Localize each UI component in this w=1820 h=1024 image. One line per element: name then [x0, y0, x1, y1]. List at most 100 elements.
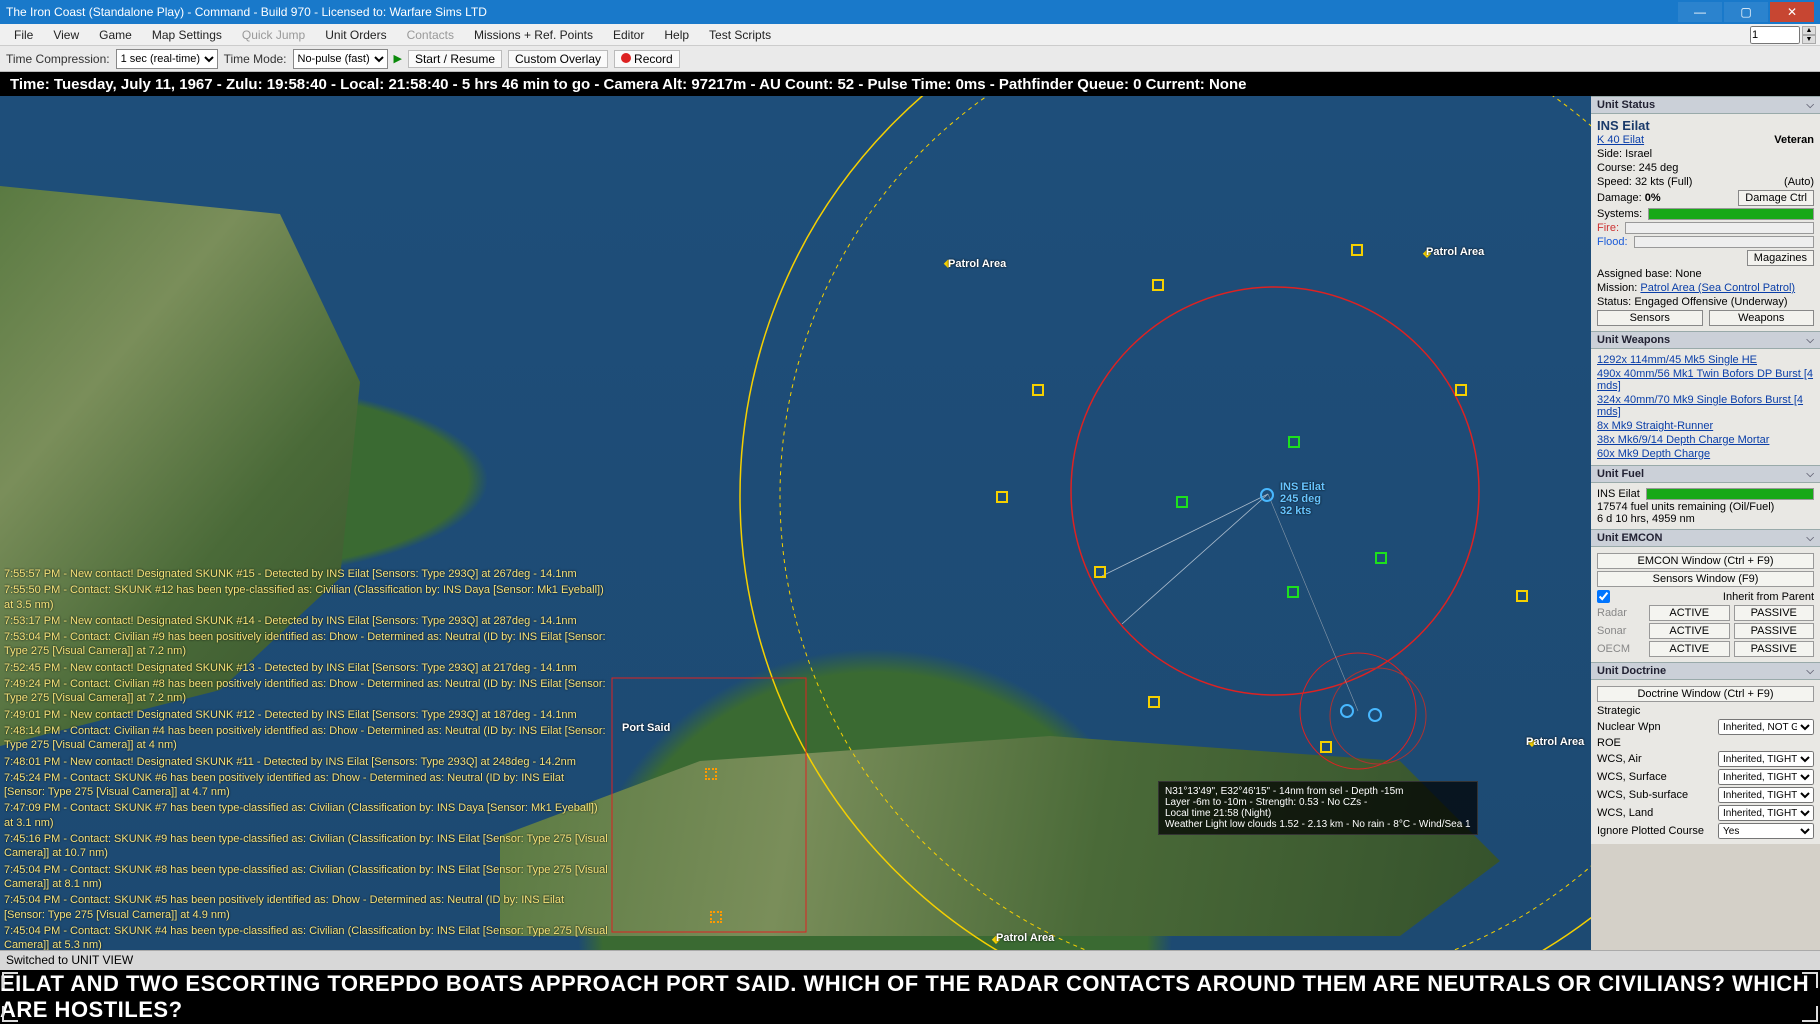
weapon-link[interactable]: 38x Mk6/9/14 Depth Charge Mortar [1597, 433, 1814, 447]
spinner-down-icon[interactable]: ▼ [1802, 35, 1816, 44]
menu-quick-jump: Quick Jump [232, 26, 315, 44]
weapons-button[interactable]: Weapons [1709, 310, 1815, 326]
weapon-link[interactable]: 324x 40mm/70 Mk9 Single Bofors Burst [4 … [1597, 393, 1814, 419]
menu-unit-orders[interactable]: Unit Orders [315, 26, 396, 44]
contact-skunk[interactable] [1351, 244, 1363, 256]
collapse-icon[interactable]: ⌵ [1806, 533, 1814, 544]
unit-proficiency: Veteran [1774, 134, 1814, 146]
unit-class-link[interactable]: K 40 Eilat [1597, 134, 1644, 146]
weapon-link[interactable]: 490x 40mm/56 Mk1 Twin Bofors DP Burst [4… [1597, 367, 1814, 393]
own-unit-ins-eilat[interactable] [1260, 488, 1274, 502]
time-status-text: Time: Tuesday, July 11, 1967 - Zulu: 19:… [10, 76, 1246, 93]
map-view[interactable]: Patrol Area Patrol Area Patrol Area Patr… [0, 96, 1591, 950]
collapse-icon[interactable]: ⌵ [1806, 469, 1814, 480]
weapon-link[interactable]: 1292x 114mm/45 Mk5 Single HE [1597, 353, 1814, 367]
menu-game[interactable]: Game [89, 26, 142, 44]
section-unit-emcon: Unit EMCON⌵ [1591, 529, 1820, 547]
message-log[interactable]: 7:55:57 PM - New contact! Designated SKU… [4, 566, 608, 950]
contact-skunk[interactable] [1094, 566, 1106, 578]
doctrine-window-button[interactable]: Doctrine Window (Ctrl + F9) [1597, 686, 1814, 702]
doctrine-select[interactable]: Inherited, TIGHT - [1718, 751, 1814, 767]
weapon-link[interactable]: 60x Mk9 Depth Charge [1597, 447, 1814, 461]
play-icon[interactable]: ▶ [394, 52, 402, 65]
unit-callout: INS Eilat 245 deg 32 kts [1280, 481, 1325, 517]
unit-name: INS Eilat [1597, 118, 1814, 133]
doctrine-select[interactable]: Inherited, TIGHT - [1718, 769, 1814, 785]
contact-skunk[interactable] [996, 491, 1008, 503]
menu-test-scripts[interactable]: Test Scripts [699, 26, 781, 44]
maximize-icon[interactable]: ▢ [1724, 2, 1768, 22]
record-button[interactable]: Record [614, 50, 680, 68]
window-title: The Iron Coast (Standalone Play) - Comma… [6, 5, 1676, 19]
contact-skunk[interactable] [1152, 279, 1164, 291]
radar-passive-button[interactable]: PASSIVE [1734, 605, 1815, 621]
window-titlebar: The Iron Coast (Standalone Play) - Comma… [0, 0, 1820, 24]
weapons-list: 1292x 114mm/45 Mk5 Single HE 490x 40mm/5… [1591, 349, 1820, 465]
contact-skunk[interactable] [1032, 384, 1044, 396]
ref-label-patrol-area: Patrol Area [1426, 246, 1484, 258]
cursor-tooltip: N31°13'49", E32°46'15" - 14nm from sel -… [1158, 781, 1478, 835]
sensors-window-button[interactable]: Sensors Window (F9) [1597, 571, 1814, 587]
radar-active-button[interactable]: ACTIVE [1649, 605, 1730, 621]
menu-missions[interactable]: Missions + Ref. Points [464, 26, 603, 44]
emcon-window-button[interactable]: EMCON Window (Ctrl + F9) [1597, 553, 1814, 569]
side-panel: Unit Status⌵ INS Eilat K 40 Eilat Veteran… [1591, 96, 1820, 950]
spinner-input[interactable] [1750, 26, 1800, 44]
weapon-link[interactable]: 8x Mk9 Straight-Runner [1597, 419, 1814, 433]
contact-skunk[interactable] [1516, 590, 1528, 602]
oecm-passive-button[interactable]: PASSIVE [1734, 641, 1815, 657]
contact-neutral[interactable] [1287, 586, 1299, 598]
toolbar-spinner[interactable]: ▲▼ [1750, 26, 1816, 44]
sensors-button[interactable]: Sensors [1597, 310, 1703, 326]
close-icon[interactable]: ✕ [1770, 2, 1814, 22]
magazines-button[interactable]: Magazines [1747, 250, 1814, 266]
menu-view[interactable]: View [43, 26, 89, 44]
contact-neutral[interactable] [1375, 552, 1387, 564]
start-resume-button[interactable]: Start / Resume [408, 50, 502, 68]
own-unit-escort[interactable] [1368, 708, 1382, 722]
damage-ctrl-button[interactable]: Damage Ctrl [1738, 190, 1814, 206]
mission-link[interactable]: Patrol Area (Sea Control Patrol) [1640, 282, 1814, 294]
contact-installation[interactable] [705, 768, 717, 780]
ref-label-patrol-area: Patrol Area [996, 932, 1054, 944]
contact-skunk[interactable] [1320, 741, 1332, 753]
time-compression-select[interactable]: 1 sec (real-time) [116, 49, 218, 69]
record-dot-icon [621, 53, 631, 63]
menu-file[interactable]: File [4, 26, 43, 44]
inherit-parent-checkbox[interactable] [1597, 590, 1610, 603]
own-unit-escort[interactable] [1340, 704, 1354, 718]
menu-help[interactable]: Help [654, 26, 699, 44]
doctrine-select[interactable]: Inherited, NOT GR [1718, 719, 1814, 735]
contact-neutral[interactable] [1176, 496, 1188, 508]
time-mode-select[interactable]: No-pulse (fast) [293, 49, 388, 69]
toolbar: Time Compression: 1 sec (real-time) Time… [0, 46, 1820, 72]
sonar-passive-button[interactable]: PASSIVE [1734, 623, 1815, 639]
oecm-active-button[interactable]: ACTIVE [1649, 641, 1730, 657]
minimize-icon[interactable]: — [1678, 2, 1722, 22]
menu-map-settings[interactable]: Map Settings [142, 26, 232, 44]
contact-skunk[interactable] [1455, 384, 1467, 396]
doctrine-select[interactable]: Inherited, TIGHT - [1718, 787, 1814, 803]
doctrine-select[interactable]: Inherited, TIGHT - [1718, 805, 1814, 821]
section-unit-status: Unit Status⌵ [1591, 96, 1820, 114]
doctrine-select[interactable]: Yes [1718, 823, 1814, 839]
menubar: File View Game Map Settings Quick Jump U… [0, 24, 1820, 46]
collapse-icon[interactable]: ⌵ [1806, 335, 1814, 346]
contact-skunk[interactable] [1148, 696, 1160, 708]
section-unit-weapons: Unit Weapons⌵ [1591, 331, 1820, 349]
sonar-active-button[interactable]: ACTIVE [1649, 623, 1730, 639]
city-label-port-said: Port Said [622, 722, 670, 734]
contact-neutral[interactable] [1288, 436, 1300, 448]
time-status-bar: Time: Tuesday, July 11, 1967 - Zulu: 19:… [0, 72, 1820, 96]
scenario-caption: EILAT AND TWO ESCORTING TOREPDO BOATS AP… [0, 970, 1820, 1024]
collapse-icon[interactable]: ⌵ [1806, 666, 1814, 677]
menu-contacts: Contacts [397, 26, 464, 44]
spinner-up-icon[interactable]: ▲ [1802, 26, 1816, 35]
custom-overlay-button[interactable]: Custom Overlay [508, 50, 608, 68]
section-unit-doctrine: Unit Doctrine⌵ [1591, 662, 1820, 680]
menu-editor[interactable]: Editor [603, 26, 654, 44]
flood-bar [1634, 236, 1814, 248]
fire-bar [1625, 222, 1814, 234]
contact-installation[interactable] [710, 911, 722, 923]
collapse-icon[interactable]: ⌵ [1806, 100, 1814, 111]
